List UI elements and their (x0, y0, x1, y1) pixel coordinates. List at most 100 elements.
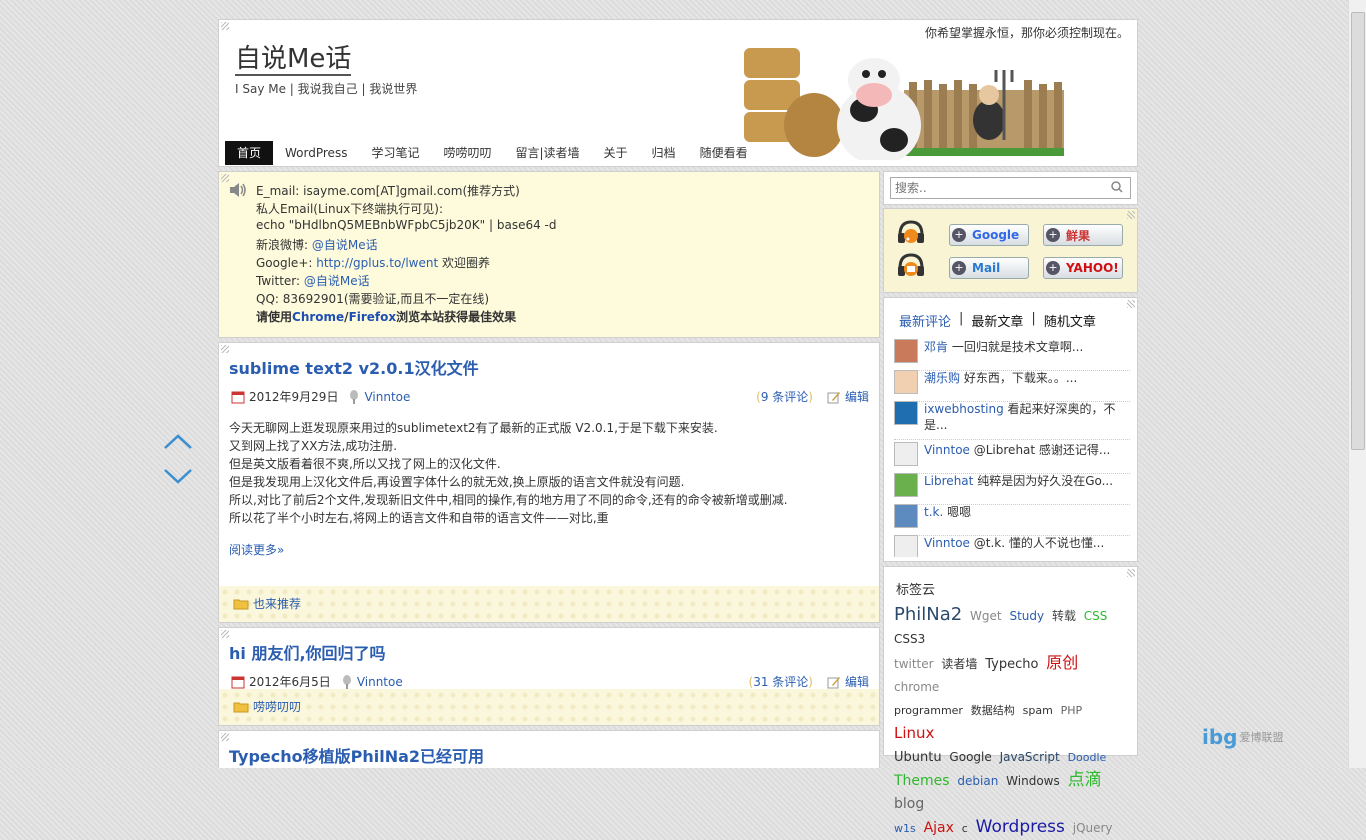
tag-link[interactable]: chrome (894, 680, 939, 694)
tag-cloud-widget: 标签云 PhilNa2 Wget Study 转载 CSS CSS3 twitt… (883, 566, 1138, 837)
tag-link[interactable]: twitter (894, 657, 934, 671)
tag-link[interactable]: PHP (1061, 704, 1083, 717)
comment-text[interactable]: 嗯嗯 (947, 505, 971, 519)
tag-link[interactable]: Windows (1006, 774, 1060, 788)
post-category-link[interactable]: 也来推荐 (253, 595, 301, 612)
tag-link[interactable]: PhilNa2 (894, 604, 962, 625)
tag-link[interactable]: 数据结构 (971, 704, 1015, 717)
search-input[interactable] (890, 177, 1131, 199)
tag-link[interactable]: 点滴 (1068, 770, 1102, 790)
weibo-link[interactable]: @自说Me话 (312, 238, 378, 252)
comment-author[interactable]: Librehat (924, 474, 973, 488)
tag-link[interactable]: blog (894, 796, 924, 812)
tag-link[interactable]: w1s (894, 822, 916, 835)
notice-twitter: Twitter: @自说Me话 (256, 272, 370, 289)
post-title[interactable]: hi 朋友们,你回归了吗 (229, 640, 386, 664)
tag-link[interactable]: Wordpress (976, 817, 1065, 837)
read-more-link[interactable]: 阅读更多» (229, 543, 284, 557)
tag-link[interactable]: debian (957, 774, 998, 788)
tag-link[interactable]: Ajax (924, 820, 954, 836)
tab-recent-posts[interactable]: 最新文章 (971, 311, 1023, 330)
avatar[interactable] (894, 401, 918, 425)
nav-item-home[interactable]: 首页 (225, 141, 274, 165)
tag-link[interactable]: spam (1023, 704, 1053, 717)
main-nav: 首页 WordPress 学习笔记 唠唠叨叨 留言|读者墙 关于 归档 随便看看 (225, 141, 760, 165)
comment-text[interactable]: 纯粹是因为好久没在Go... (977, 474, 1113, 488)
tag-link[interactable]: 读者墙 (941, 657, 977, 671)
post-title[interactable]: Typecho移植版PhilNa2已经可用 (229, 743, 484, 767)
tag-link[interactable]: Google (949, 750, 991, 764)
post-actions: ( 31 条评论 ) 编辑 (749, 673, 869, 690)
scrollbar-thumb[interactable] (1351, 12, 1365, 450)
nav-item-chatter[interactable]: 唠唠叨叨 (431, 141, 503, 165)
post-edit-link[interactable]: 编辑 (845, 673, 869, 690)
avatar[interactable] (894, 473, 918, 497)
comment-text[interactable]: @t.k. 懂的人不说也懂... (974, 536, 1105, 550)
tag-link[interactable]: Typecho (985, 657, 1038, 672)
tag-link[interactable]: Study (1009, 609, 1044, 623)
post-category-link[interactable]: 唠唠叨叨 (253, 698, 301, 715)
tag-link[interactable]: CSS3 (894, 632, 925, 646)
tag-link[interactable]: Doodle (1068, 751, 1107, 764)
tag-link[interactable]: JavaScript (1000, 750, 1060, 764)
scroll-up-arrow-icon[interactable] (163, 432, 193, 452)
tag-link[interactable]: Ubuntu (894, 750, 942, 765)
tab-random-posts[interactable]: 随机文章 (1044, 311, 1096, 330)
scroll-down-arrow-icon[interactable] (163, 466, 193, 486)
nav-item-guestbook[interactable]: 留言|读者墙 (503, 141, 591, 165)
page-scrollbar[interactable] (1348, 0, 1366, 768)
tag-link[interactable]: Themes (894, 773, 950, 789)
nav-item-about[interactable]: 关于 (592, 141, 640, 165)
nav-item-random[interactable]: 随便看看 (688, 141, 760, 165)
nav-item-archive[interactable]: 归档 (640, 141, 688, 165)
subscribe-xianguo-button[interactable]: + 鲜果 (1043, 224, 1123, 246)
post-date: 2012年6月5日 (249, 675, 331, 689)
post-author[interactable]: Vinntoe (364, 390, 410, 404)
post-comments-link[interactable]: 31 条评论 (753, 673, 808, 690)
comment-author[interactable]: 邓肯 (924, 340, 948, 354)
tag-link[interactable]: Wget (970, 609, 1002, 623)
avatar[interactable] (894, 339, 918, 363)
comment-item: 潮乐购 好东西，下载来。。... (894, 370, 1130, 402)
author-icon (350, 389, 359, 404)
mail-headphone-icon[interactable] (896, 252, 926, 278)
tag-link[interactable]: CSS (1084, 609, 1108, 623)
ibg-logo-caption: 爱博联盟 (1239, 731, 1284, 744)
comment-text[interactable]: @Librehat 感谢还记得... (974, 443, 1111, 457)
site-description: I Say Me | 我说我自己 | 我说世界 (235, 82, 418, 96)
avatar[interactable] (894, 535, 918, 557)
post-edit-link[interactable]: 编辑 (845, 388, 869, 405)
tag-link[interactable]: programmer (894, 704, 963, 717)
avatar[interactable] (894, 442, 918, 466)
comment-author[interactable]: Vinntoe (924, 536, 970, 550)
twitter-link[interactable]: @自说Me话 (304, 274, 370, 288)
tag-link[interactable]: 转载 (1052, 609, 1076, 623)
subscribe-mail-button[interactable]: + Mail (949, 257, 1029, 279)
subscribe-yahoo-button[interactable]: + YAHOO! (1043, 257, 1123, 279)
tag-link[interactable]: c (962, 822, 968, 835)
subscribe-google-button[interactable]: + Google (949, 224, 1029, 246)
post-comments-link[interactable]: 9 条评论 (761, 388, 808, 405)
post-author[interactable]: Vinntoe (357, 675, 403, 689)
comment-author[interactable]: ixwebhosting (924, 402, 1004, 416)
search-icon[interactable] (1111, 181, 1123, 193)
comment-text[interactable]: 一回归就是技术文章啊... (952, 340, 1083, 354)
tag-link[interactable]: 原创 (1046, 653, 1078, 672)
tab-recent-comments[interactable]: 最新评论 (899, 311, 951, 330)
comment-text[interactable]: 好东西，下载来。。... (964, 371, 1077, 385)
tag-link[interactable]: Linux (894, 724, 934, 742)
avatar[interactable] (894, 504, 918, 528)
ibg-watermark-logo: ibg 爱博联盟 (1202, 725, 1284, 749)
comment-author[interactable]: 潮乐购 (924, 371, 960, 385)
comment-author[interactable]: Vinntoe (924, 443, 970, 457)
rss-headphone-icon[interactable] (896, 219, 926, 245)
site-title[interactable]: 自说Me话 (235, 44, 352, 76)
nav-item-study-notes[interactable]: 学习笔记 (359, 141, 431, 165)
tag-link[interactable]: jQuery (1073, 821, 1113, 835)
post-title[interactable]: sublime text2 v2.0.1汉化文件 (229, 355, 479, 379)
gplus-link[interactable]: http://gplus.to/lwent (316, 256, 438, 270)
avatar[interactable] (894, 370, 918, 394)
comment-author[interactable]: t.k. (924, 505, 943, 519)
ibg-logo-text: ibg (1202, 725, 1238, 749)
nav-item-wordpress[interactable]: WordPress (273, 141, 359, 165)
